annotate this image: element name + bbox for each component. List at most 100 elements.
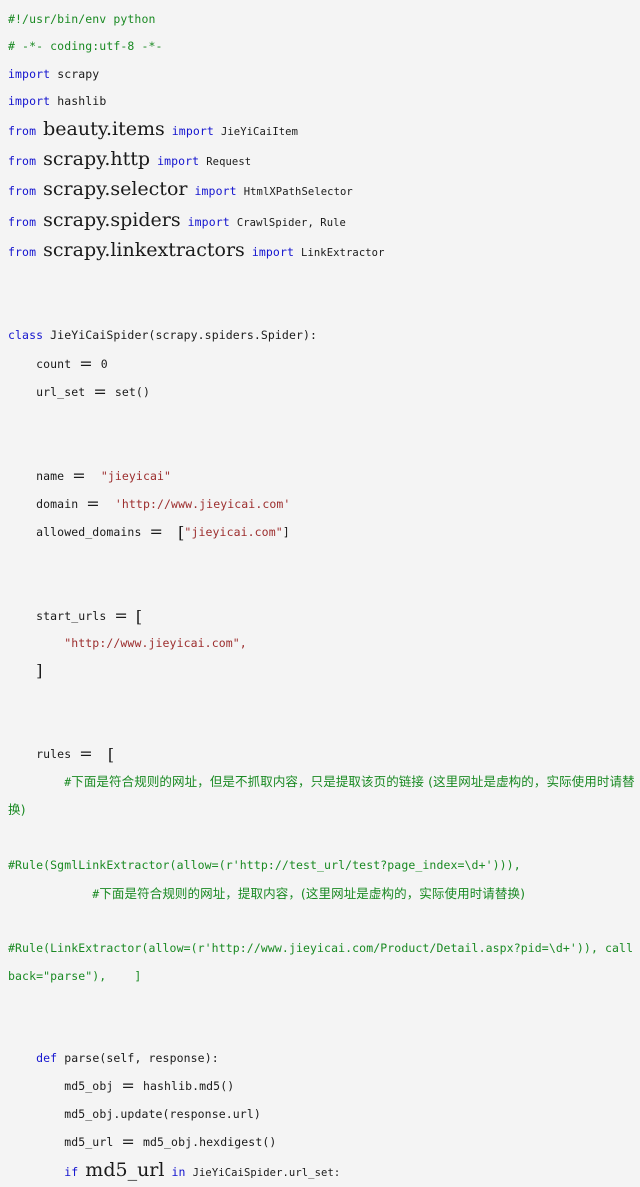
code-token-kw: if [64, 1164, 79, 1179]
code-token-plain: set() [107, 385, 150, 400]
code-line: name = "jieyicai" [8, 462, 638, 490]
code-token-str: "jieyicai" [100, 468, 172, 483]
code-token-plain: count [36, 356, 79, 371]
code-token-plain: = [114, 605, 128, 625]
code-token-plain: scrapy.selector [43, 178, 188, 201]
code-token-plain: LinkExtractor [301, 247, 385, 260]
code-token-plain: scrapy.linkextractors [43, 239, 245, 262]
code-line: allowed_domains = ["jieyicai.com"] [8, 518, 638, 546]
code-line: # -*- coding:utf-8 -*- [8, 33, 638, 60]
code-token-com: 下面是符合规则的网址，提取内容，(这里网址是虚构的，实际使用时请替换) [99, 885, 526, 901]
code-line: from scrapy.linkextractors import LinkEx… [8, 237, 638, 267]
code-line: start_urls = [ [8, 602, 638, 630]
code-token-kw: import [171, 123, 214, 138]
code-token-plain: Request [206, 156, 252, 169]
code-token-str: 'http://www.jieyicai.com' [114, 496, 291, 511]
code-token-plain: md5_url [85, 1158, 165, 1181]
code-line: import hashlib [8, 88, 638, 115]
code-token-plain: = [93, 382, 107, 402]
code-token-plain: scrapy.http [43, 148, 151, 171]
code-token-kw: from [8, 214, 37, 229]
code-token-plain: domain [36, 496, 86, 511]
code-line: url_set = set() [8, 378, 638, 406]
code-line: def parse(self, response): [8, 1045, 638, 1072]
code-line: ] [8, 657, 638, 684]
code-token-plain: = [86, 493, 100, 513]
code-token-plain: = [79, 353, 93, 373]
code-listing-page: #!/usr/bin/env python # -*- coding:utf-8 … [0, 0, 640, 1181]
code-line: from scrapy.spiders import CrawlSpider, … [8, 207, 638, 237]
code-line: "http://www.jieyicai.com", [8, 630, 638, 657]
code-token-plain: JieYiCaiSpider.url_set: [192, 1166, 341, 1179]
code-token-plain: = [149, 522, 164, 542]
code-token-plain: = [72, 465, 86, 485]
code-token-plain: HtmlXPathSelector [243, 186, 353, 199]
code-token-plain: = [121, 1132, 135, 1152]
code-line: #下面是符合规则的网址，提取内容，(这里网址是虚构的，实际使用时请替换) [8, 880, 638, 908]
code-line: #Rule(LinkExtractor(allow=(r'http://www.… [8, 935, 638, 990]
code-token-kw: from [8, 245, 37, 260]
code-line: from scrapy.http import Request [8, 146, 638, 176]
code-line: count = 0 [8, 350, 638, 378]
code-line: import scrapy [8, 61, 638, 88]
code-token-kw: from [8, 123, 37, 138]
code-token-kw: from [8, 154, 37, 169]
code-token-kw: def [36, 1051, 58, 1066]
code-token-plain: hashlib.md5() [135, 1079, 235, 1094]
code-token-plain: md5_url [64, 1135, 121, 1150]
code-token-kw: in [171, 1164, 186, 1179]
code-line: if md5_url in JieYiCaiSpider.url_set: [8, 1157, 638, 1187]
code-line: rules = [ [8, 740, 638, 768]
code-token-plain: scrapy [57, 66, 100, 81]
code-token-plain: ] [36, 661, 43, 681]
code-token-kw: import [8, 66, 51, 81]
code-token-str: "jieyicai.com" [184, 525, 283, 540]
code-line: md5_obj = hashlib.md5() [8, 1072, 638, 1100]
code-token-kw: class [8, 328, 44, 343]
code-token-plain: md5_obj.update(response.url) [64, 1106, 261, 1121]
code-token-plain: rules [36, 746, 79, 761]
code-token-com: #!/usr/bin/env python [8, 12, 156, 26]
code-line: from beauty.items import JieYiCaiItem [8, 116, 638, 146]
code-token-com: # -*- coding:utf-8 -*- [8, 39, 163, 54]
code-token-kw: import [157, 154, 200, 169]
code-token-plain: url_set [36, 385, 93, 400]
code-line: domain = 'http://www.jieyicai.com' [8, 490, 638, 518]
code-line: #!/usr/bin/env python [8, 6, 638, 33]
code-token-plain: scrapy.spiders [43, 208, 181, 231]
code-token-kw: import [8, 94, 51, 109]
source-code-block: #!/usr/bin/env python # -*- coding:utf-8 … [0, 6, 640, 1187]
code-token-plain: start_urls [36, 608, 114, 623]
code-line: #Rule(SgmlLinkExtractor(allow=(r'http://… [8, 852, 638, 879]
code-token-str: "http://www.jieyicai.com", [64, 635, 247, 650]
code-token-plain: hashlib [57, 94, 107, 109]
code-token-plain: md5_obj.hexdigest() [135, 1135, 277, 1150]
code-token-plain: CrawlSpider, Rule [236, 216, 346, 229]
code-token-kw: import [251, 245, 294, 260]
code-token-kw: import [194, 184, 237, 199]
code-token-plain: name [36, 468, 72, 483]
code-line: md5_url = md5_obj.hexdigest() [8, 1128, 638, 1156]
code-line: #下面是符合规则的网址，但是不抓取内容，只是提取该页的链接 (这里网址是虚构的，… [8, 768, 638, 825]
code-token-plain: [ [107, 744, 115, 764]
code-token-plain: beauty.items [43, 117, 165, 140]
code-token-com: #Rule(SgmlLinkExtractor(allow=(r'http://… [8, 858, 521, 873]
